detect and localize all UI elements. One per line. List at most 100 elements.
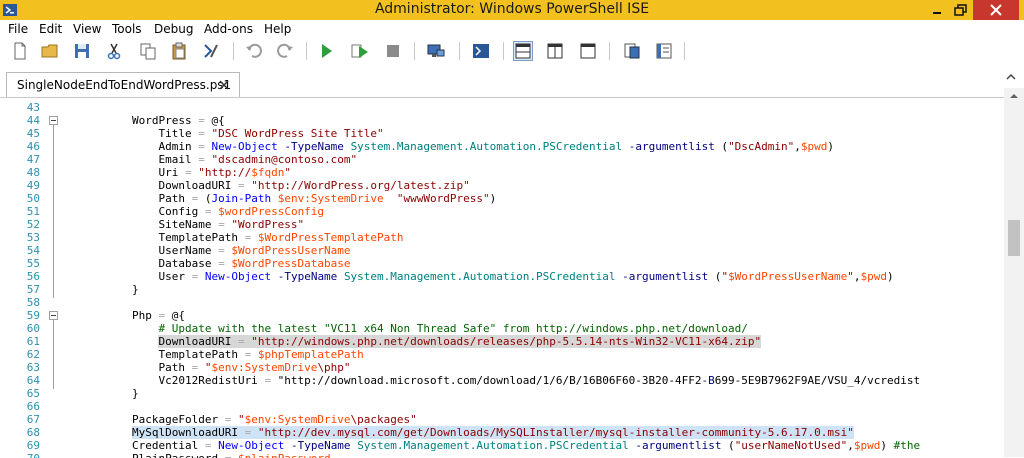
show-script-pane-maximized-button[interactable] xyxy=(578,41,598,61)
menu-view[interactable]: View xyxy=(73,22,101,36)
cut-button[interactable] xyxy=(104,41,124,61)
code-line[interactable]: 47 Email = "dscadmin@contoso.com" xyxy=(0,153,1004,166)
code-line[interactable]: 58 xyxy=(0,296,1004,309)
script-editor[interactable]: 43 44 WordPress = @{45 Title = "DSC WordP… xyxy=(0,97,1004,458)
line-number: 65 xyxy=(26,387,40,400)
code-text: Uri = "http://$fqdn" xyxy=(79,166,291,179)
open-script-button[interactable] xyxy=(40,41,60,61)
undo-button[interactable] xyxy=(244,41,264,61)
menu-file[interactable]: File xyxy=(8,22,28,36)
show-command-addon-button[interactable] xyxy=(654,41,674,61)
redo-icon xyxy=(277,43,293,58)
hide-script-pane-button[interactable] xyxy=(1004,70,1018,84)
code-line[interactable]: 63 Path = "$env:SystemDrive\php" xyxy=(0,361,1004,374)
code-line[interactable]: 62 TemplatePath = $phpTemplatePath xyxy=(0,348,1004,361)
code-text: Php = @{ xyxy=(79,309,185,322)
code-line[interactable]: 68 MySqlDownloadURI = "http://dev.mysql.… xyxy=(0,426,1004,439)
code-line[interactable]: 60 # Update with the latest "VC11 x64 No… xyxy=(0,322,1004,335)
cut-icon xyxy=(107,43,121,60)
stop-button[interactable] xyxy=(383,41,403,61)
tab-singlenodeendtoendwordpress[interactable]: SingleNodeEndToEndWordPress.ps1 xyxy=(6,72,240,97)
code-line[interactable]: 54 UserName = $WordPressUserName xyxy=(0,244,1004,257)
code-line[interactable]: 59 Php = @{ xyxy=(0,309,1004,322)
code-line[interactable]: 45 Title = "DSC WordPress Site Title" xyxy=(0,127,1004,140)
code-line[interactable]: 44 WordPress = @{ xyxy=(0,114,1004,127)
code-line[interactable]: 66 xyxy=(0,400,1004,413)
vertical-scrollbar[interactable] xyxy=(1004,88,1024,457)
clear-console-button[interactable] xyxy=(201,41,221,61)
code-text: Path = "$env:SystemDrive\php" xyxy=(79,361,351,374)
code-line[interactable]: 65 } xyxy=(0,387,1004,400)
menu-edit[interactable]: Edit xyxy=(39,22,62,36)
line-number: 47 xyxy=(26,153,40,166)
code-line[interactable]: 57 } xyxy=(0,283,1004,296)
code-text: } xyxy=(79,283,139,296)
show-script-pane-right-button[interactable] xyxy=(545,41,565,61)
code-line[interactable]: 56 User = New-Object -TypeName System.Ma… xyxy=(0,270,1004,283)
run-selection-button[interactable] xyxy=(350,41,370,61)
line-number: 69 xyxy=(26,439,40,452)
menu-tools[interactable]: Tools xyxy=(112,22,142,36)
remote-powershell-button[interactable] xyxy=(426,41,446,61)
code-line[interactable]: 64 Vc2012RedistUri = "http://download.mi… xyxy=(0,374,1004,387)
show-script-pane-top-button[interactable] xyxy=(513,41,533,61)
menu-debug[interactable]: Debug xyxy=(154,22,193,36)
menu-help[interactable]: Help xyxy=(264,22,291,36)
code-line[interactable]: 46 Admin = New-Object -TypeName System.M… xyxy=(0,140,1004,153)
line-number: 53 xyxy=(26,231,40,244)
code-line[interactable]: 52 SiteName = "WordPress" xyxy=(0,218,1004,231)
collapse-region-icon[interactable] xyxy=(49,116,58,125)
code-text: Config = $wordPressConfig xyxy=(79,205,325,218)
menu-addons[interactable]: Add-ons xyxy=(204,22,253,36)
code-line[interactable]: 55 Database = $WordPressDatabase xyxy=(0,257,1004,270)
code-line[interactable]: 49 DownloadURI = "http://WordPress.org/l… xyxy=(0,179,1004,192)
code-line[interactable]: 53 TemplatePath = $WordPressTemplatePath xyxy=(0,231,1004,244)
scroll-up-icon[interactable] xyxy=(1008,90,1020,102)
restore-button[interactable] xyxy=(949,0,973,20)
close-icon[interactable] xyxy=(218,79,230,91)
scrollbar-thumb[interactable] xyxy=(1008,220,1020,256)
code-line[interactable]: 51 Config = $wordPressConfig xyxy=(0,205,1004,218)
code-text: User = New-Object -TypeName System.Manag… xyxy=(79,270,894,283)
toolbar-separator xyxy=(233,42,234,60)
code-text: Admin = New-Object -TypeName System.Mana… xyxy=(79,140,835,153)
copy-icon xyxy=(140,43,156,60)
code-text: Credential = New-Object -TypeName System… xyxy=(79,439,921,452)
close-icon xyxy=(990,4,1002,16)
code-line[interactable]: 70 PlainPassword = $plainPassword xyxy=(0,452,1004,458)
minimize-button[interactable] xyxy=(924,0,949,20)
code-line[interactable]: 69 Credential = New-Object -TypeName Sys… xyxy=(0,439,1004,452)
copy-button[interactable] xyxy=(138,41,158,61)
line-number: 52 xyxy=(26,218,40,231)
code-line[interactable]: 43 xyxy=(0,101,1004,114)
close-window-button[interactable] xyxy=(973,0,1019,20)
run-script-button[interactable] xyxy=(316,41,336,61)
new-script-button[interactable] xyxy=(10,41,30,61)
code-line[interactable]: 67 PackageFolder = "$env:SystemDrive\pac… xyxy=(0,413,1004,426)
selection-highlight: DownloadURI = "http://windows.php.net/do… xyxy=(158,335,762,348)
code-line[interactable]: 61 DownloadURI = "http://windows.php.net… xyxy=(0,335,1004,348)
code-line[interactable]: 50 Path = (Join-Path $env:SystemDrive "w… xyxy=(0,192,1004,205)
toolbar xyxy=(0,38,1024,64)
code-line[interactable]: 48 Uri = "http://$fqdn" xyxy=(0,166,1004,179)
undo-icon xyxy=(246,43,262,58)
line-number: 60 xyxy=(26,322,40,335)
line-number: 45 xyxy=(26,127,40,140)
collapse-region-icon[interactable] xyxy=(49,311,58,320)
line-number: 62 xyxy=(26,348,40,361)
line-number: 46 xyxy=(26,140,40,153)
line-number: 49 xyxy=(26,179,40,192)
save-script-button[interactable] xyxy=(72,41,92,61)
code-text: UserName = $WordPressUserName xyxy=(79,244,351,257)
code-text: Title = "DSC WordPress Site Title" xyxy=(79,127,384,140)
line-number: 68 xyxy=(26,426,40,439)
redo-button[interactable] xyxy=(275,41,295,61)
layout-max-icon xyxy=(580,43,596,59)
run-selection-icon xyxy=(351,44,368,58)
selection-highlight: MySqlDownloadURI = "http://dev.mysql.com… xyxy=(131,426,854,439)
line-number: 51 xyxy=(26,205,40,218)
paste-button[interactable] xyxy=(169,41,189,61)
start-powershell-button[interactable] xyxy=(471,41,491,61)
clear-icon xyxy=(204,44,218,58)
show-snippets-button[interactable] xyxy=(622,41,642,61)
